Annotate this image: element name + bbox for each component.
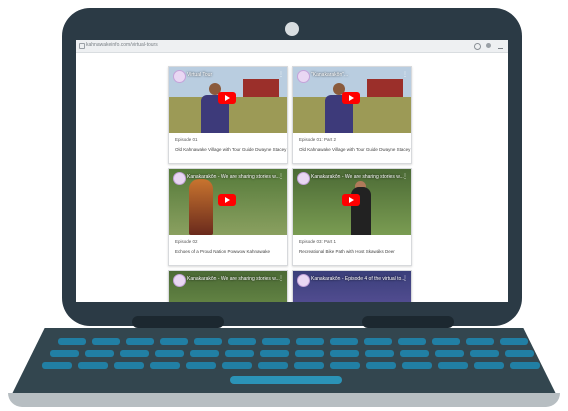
- channel-logo-icon: [297, 70, 310, 83]
- keyboard-key: [500, 338, 528, 345]
- more-options-icon[interactable]: ⋮: [402, 71, 408, 78]
- keyboard-key: [296, 338, 324, 345]
- keyboard-key: [190, 350, 219, 357]
- keyboard-key: [126, 338, 154, 345]
- video-thumbnail[interactable]: "Kanakarakôn"... ⋮: [293, 67, 411, 133]
- video-title: Kanakarakôn - Episode 4 of the virtual t…: [311, 276, 406, 282]
- keyboard-key: [150, 362, 180, 369]
- keyboard-key: [228, 338, 256, 345]
- play-button-icon[interactable]: [218, 92, 236, 104]
- play-button-icon[interactable]: [218, 194, 236, 206]
- keyboard-key: [92, 338, 120, 345]
- keyboard-key: [466, 338, 494, 345]
- extension-icon[interactable]: [474, 43, 481, 50]
- video-description: Recreational Bike Path with Host Skawáks…: [299, 249, 395, 254]
- video-description: Echoes of a Proud Nation Powwow Kahnawak…: [175, 249, 271, 254]
- play-button-icon[interactable]: [342, 194, 360, 206]
- lock-icon: [79, 43, 85, 49]
- keyboard-key: [50, 350, 79, 357]
- laptop-hinge-right: [362, 316, 454, 328]
- keyboard-key: [58, 338, 86, 345]
- keyboard-key: [85, 350, 114, 357]
- more-options-icon[interactable]: ⋮: [402, 275, 408, 282]
- video-thumbnail[interactable]: Kanakarakôn - We are sharing stories w..…: [169, 169, 287, 235]
- video-title: Kanakarakôn - We are sharing stories w..…: [187, 276, 280, 282]
- more-options-icon[interactable]: ⋮: [402, 173, 408, 180]
- channel-logo-icon: [173, 70, 186, 83]
- keyboard-key: [435, 350, 464, 357]
- keyboard-key: [160, 338, 188, 345]
- keyboard-key: [222, 362, 252, 369]
- video-card[interactable]: Virtual Tour ⋮ Episode 01 Old Kahnawake …: [168, 66, 288, 164]
- video-title: "Kanakarakôn"...: [311, 72, 349, 78]
- video-card[interactable]: Kanakarakôn - Episode 4 of the virtual t…: [292, 270, 412, 302]
- keyboard-key: [438, 362, 468, 369]
- keyboard-key: [402, 362, 432, 369]
- video-title: Kanakarakôn - We are sharing stories w..…: [187, 174, 280, 180]
- keyboard-key: [365, 350, 394, 357]
- video-description: Old Kahnawake Village with Tour Guide Dw…: [299, 147, 411, 152]
- keyboard-key: [225, 350, 254, 357]
- video-title: Kanakarakôn - We are sharing stories w..…: [311, 174, 404, 180]
- video-card[interactable]: Kanakarakôn - We are sharing stories w..…: [292, 168, 412, 266]
- keyboard-key: [258, 362, 288, 369]
- episode-label: Episode 02: [175, 239, 198, 244]
- video-card[interactable]: Kanakarakôn - We are sharing stories w..…: [168, 270, 288, 302]
- video-card[interactable]: "Kanakarakôn"... ⋮ Episode 01: Part 2 Ol…: [292, 66, 412, 164]
- keyboard-key: [330, 362, 360, 369]
- keyboard-key: [260, 350, 289, 357]
- channel-logo-icon: [173, 274, 186, 287]
- video-card[interactable]: Kanakarakôn - We are sharing stories w..…: [168, 168, 288, 266]
- keyboard-key: [510, 362, 540, 369]
- keyboard-key: [432, 338, 460, 345]
- keyboard-key: [78, 362, 108, 369]
- more-options-icon[interactable]: ⋮: [278, 173, 284, 180]
- episode-label: Episode 01: Part 2: [299, 137, 337, 142]
- laptop-base-edge: [8, 393, 560, 407]
- video-thumbnail[interactable]: Kanakarakôn - We are sharing stories w..…: [293, 169, 411, 235]
- laptop-hinge-left: [132, 316, 224, 328]
- keyboard-key: [294, 362, 324, 369]
- browser-address-bar[interactable]: kahnawakeinfo.com/virtual-tours: [76, 40, 508, 53]
- channel-logo-icon: [173, 172, 186, 185]
- keyboard-key: [186, 362, 216, 369]
- episode-label: Episode 03: Part 1: [299, 239, 337, 244]
- video-thumbnail[interactable]: Kanakarakôn - We are sharing stories w..…: [169, 271, 287, 302]
- laptop-screen: kahnawakeinfo.com/virtual-tours Virtual …: [76, 40, 508, 302]
- keyboard-key: [120, 350, 149, 357]
- keyboard-key: [474, 362, 504, 369]
- keyboard-key: [42, 362, 72, 369]
- keyboard-key: [262, 338, 290, 345]
- keyboard-key: [330, 338, 358, 345]
- settings-icon[interactable]: [486, 43, 491, 48]
- keyboard-key: [400, 350, 429, 357]
- keyboard-key: [330, 350, 359, 357]
- keyboard-key: [155, 350, 184, 357]
- url-text[interactable]: kahnawakeinfo.com/virtual-tours: [86, 42, 158, 48]
- keyboard-key: [364, 338, 392, 345]
- keyboard-key: [194, 338, 222, 345]
- keyboard-key: [505, 350, 534, 357]
- video-title: Virtual Tour: [187, 72, 213, 78]
- keyboard-key: [366, 362, 396, 369]
- video-thumbnail[interactable]: Virtual Tour ⋮: [169, 67, 287, 133]
- channel-logo-icon: [297, 172, 310, 185]
- episode-label: Episode 01: [175, 137, 198, 142]
- more-options-icon[interactable]: ⋮: [278, 275, 284, 282]
- touchpad: [230, 376, 342, 384]
- webcam-icon: [285, 22, 299, 36]
- video-description: Old Kahnawake Village with Tour Guide Dw…: [175, 147, 287, 152]
- video-thumbnail[interactable]: Kanakarakôn - Episode 4 of the virtual t…: [293, 271, 411, 302]
- keyboard-key: [295, 350, 324, 357]
- keyboard-key: [470, 350, 499, 357]
- play-button-icon[interactable]: [342, 92, 360, 104]
- keyboard-key: [114, 362, 144, 369]
- download-icon[interactable]: [498, 43, 503, 49]
- keyboard-key: [398, 338, 426, 345]
- more-options-icon[interactable]: ⋮: [278, 71, 284, 78]
- channel-logo-icon: [297, 274, 310, 287]
